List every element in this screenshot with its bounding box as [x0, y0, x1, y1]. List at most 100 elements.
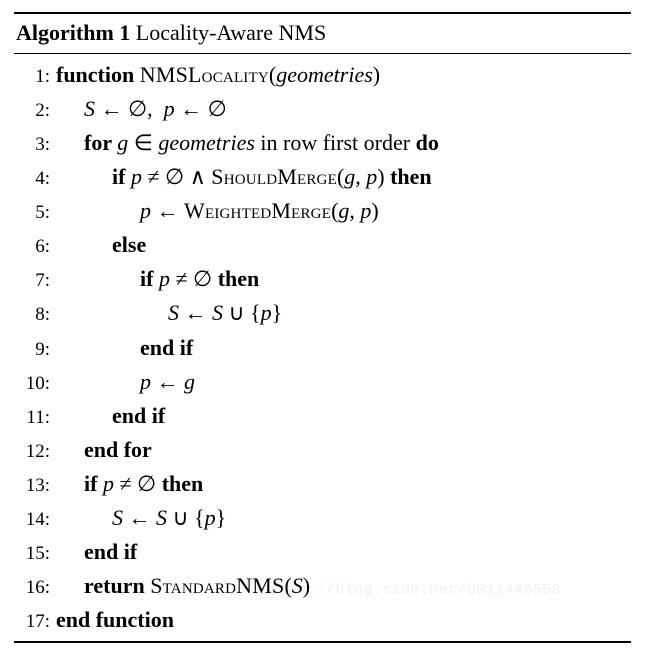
code-token: WeightedMerge: [184, 198, 331, 223]
line-code: else: [56, 228, 631, 262]
algo-line: 15: end if: [14, 535, 631, 569]
algo-line: 5:p ← WeightedMerge(g, p): [14, 194, 631, 228]
algo-line: 14:S ← S ∪ {p}: [14, 501, 631, 535]
algo-line: 7:if p ≠ ∅ then: [14, 262, 631, 296]
code-token: }: [272, 300, 283, 325]
algorithm-block: Algorithm 1 Locality-Aware NMS 1:functio…: [14, 12, 631, 643]
algo-line: 3:for g ∈ geometries in row first order …: [14, 126, 631, 160]
code-token: p: [131, 164, 142, 189]
line-code: end function: [56, 603, 631, 637]
line-number: 14:: [14, 505, 56, 534]
algo-line: 17:end function: [14, 603, 631, 637]
code-token: do: [416, 130, 439, 155]
algorithm-name: Locality-Aware NMS: [130, 20, 326, 45]
code-token: end if: [84, 539, 137, 564]
code-token: if: [84, 471, 103, 496]
code-token: p: [366, 164, 377, 189]
line-code: end if: [56, 331, 631, 365]
code-token: ): [303, 573, 310, 598]
code-token: p: [360, 198, 371, 223]
code-token: S: [292, 573, 303, 598]
line-number: 16:: [14, 573, 56, 602]
code-token: end if: [140, 335, 193, 360]
line-number: 17:: [14, 607, 56, 636]
code-token: ∪ {: [223, 300, 261, 325]
code-token: S: [156, 505, 167, 530]
line-code: return StandardNMS(S): [56, 569, 631, 603]
code-token: NMSLocality: [140, 62, 269, 87]
code-token: p: [140, 198, 151, 223]
algorithm-body: 1:function NMSLocality(geometries)2:S ← …: [14, 58, 631, 638]
code-token: for: [84, 130, 117, 155]
code-token: p: [261, 300, 272, 325]
code-token: then: [390, 164, 432, 189]
code-token: end if: [112, 403, 165, 428]
rule-bottom: [14, 641, 631, 643]
line-code: if p ≠ ∅ then: [56, 467, 631, 501]
code-token: StandardNMS: [150, 573, 284, 598]
code-token: S: [212, 300, 223, 325]
code-token: ,: [349, 198, 360, 223]
code-token: g: [117, 130, 128, 155]
algo-line: 2:S ← ∅, p ← ∅: [14, 92, 631, 126]
algo-line: 9: end if: [14, 331, 631, 365]
line-code: S ← ∅, p ← ∅: [56, 92, 631, 126]
code-token: end function: [56, 607, 174, 632]
code-token: p: [164, 96, 175, 121]
code-token: ← ∅,: [95, 96, 164, 121]
code-token: if: [112, 164, 131, 189]
code-token: then: [218, 266, 260, 291]
line-code: S ← S ∪ {p}: [56, 501, 631, 535]
line-code: S ← S ∪ {p}: [56, 296, 631, 330]
line-code: function NMSLocality(geometries): [56, 58, 631, 92]
algo-line: 4:if p ≠ ∅ ∧ ShouldMerge(g, p) then: [14, 160, 631, 194]
algorithm-title: Algorithm 1 Locality-Aware NMS: [14, 16, 631, 51]
algo-line: 16:return StandardNMS(S): [14, 569, 631, 603]
code-token: in row first order: [255, 130, 416, 155]
line-number: 9:: [14, 335, 56, 364]
code-token: ≠ ∅: [170, 266, 218, 291]
algo-line: 8:S ← S ∪ {p}: [14, 296, 631, 330]
line-number: 6:: [14, 232, 56, 261]
rule-top: [14, 12, 631, 14]
code-token: ← ∅: [175, 96, 227, 121]
code-token: ←: [179, 300, 212, 325]
code-token: p: [140, 369, 151, 394]
line-number: 1:: [14, 62, 56, 91]
line-number: 3:: [14, 130, 56, 159]
line-number: 8:: [14, 300, 56, 329]
code-token: end for: [84, 437, 152, 462]
rule-mid: [14, 53, 631, 54]
code-token: }: [216, 505, 227, 530]
line-code: if p ≠ ∅ then: [56, 262, 631, 296]
line-number: 7:: [14, 266, 56, 295]
line-number: 2:: [14, 96, 56, 125]
code-token: p: [205, 505, 216, 530]
code-token: g: [344, 164, 355, 189]
code-token: ,: [355, 164, 366, 189]
line-code: if p ≠ ∅ ∧ ShouldMerge(g, p) then: [56, 160, 631, 194]
code-token: ∈: [128, 130, 158, 155]
line-number: 15:: [14, 539, 56, 568]
line-number: 5:: [14, 198, 56, 227]
code-token: ←: [123, 505, 156, 530]
code-token: then: [162, 471, 204, 496]
code-token: ≠ ∅: [114, 471, 162, 496]
line-code: for g ∈ geometries in row first order do: [56, 126, 631, 160]
code-token: p: [103, 471, 114, 496]
code-token: ): [373, 62, 380, 87]
algo-line: 13:if p ≠ ∅ then: [14, 467, 631, 501]
algorithm-label: Algorithm 1: [16, 20, 130, 45]
algo-line: 1:function NMSLocality(geometries): [14, 58, 631, 92]
algo-line: 12:end for: [14, 433, 631, 467]
line-number: 11:: [14, 403, 56, 432]
code-token: g: [338, 198, 349, 223]
code-token: ≠ ∅ ∧: [142, 164, 211, 189]
line-code: end if: [56, 399, 631, 433]
code-token: p: [159, 266, 170, 291]
code-token: function: [56, 62, 140, 87]
line-number: 4:: [14, 164, 56, 193]
code-token: return: [84, 573, 150, 598]
code-token: ShouldMerge: [211, 164, 337, 189]
code-token: g: [184, 369, 195, 394]
